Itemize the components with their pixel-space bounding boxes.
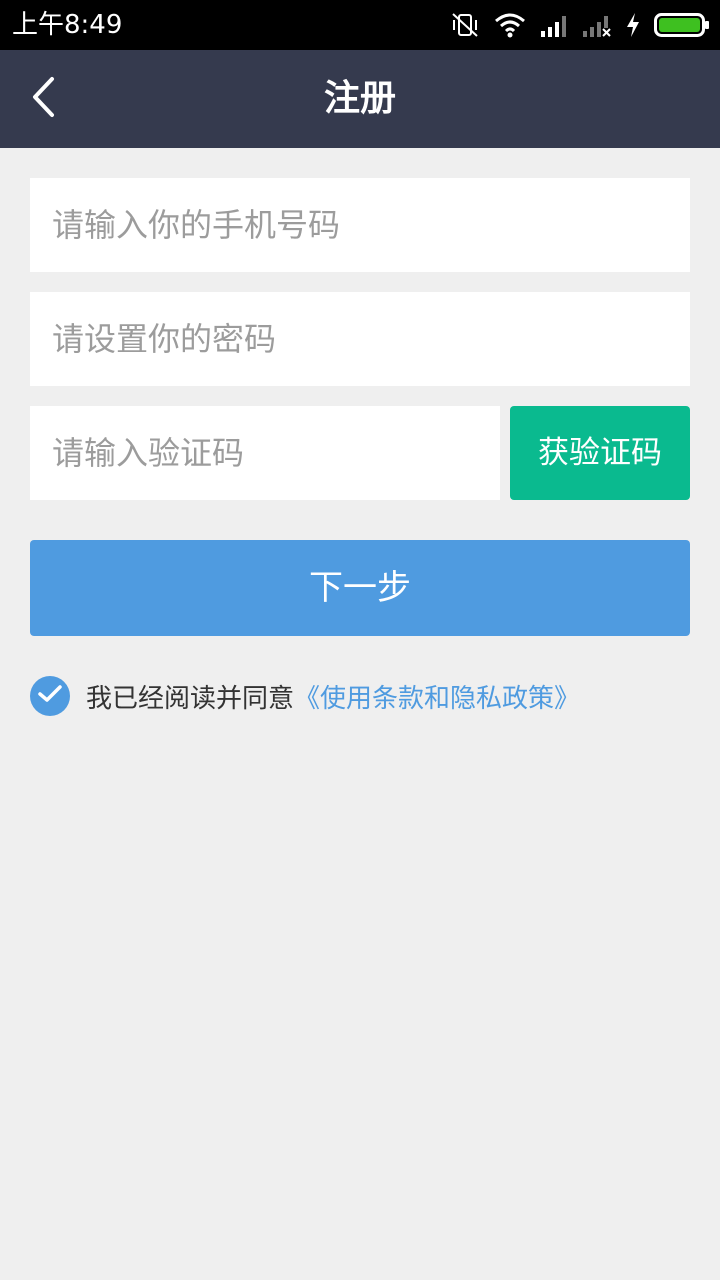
terms-privacy-link[interactable]: 《使用条款和隐私政策》	[294, 678, 580, 715]
next-step-button[interactable]: 下一步	[30, 540, 690, 636]
status-icons	[450, 10, 710, 40]
wifi-icon	[494, 12, 526, 38]
code-field-container	[30, 406, 500, 500]
check-icon	[37, 684, 63, 708]
app-bar: 注册	[0, 50, 720, 148]
bolt-icon	[626, 13, 640, 37]
vibrate-off-icon	[450, 12, 480, 38]
status-time: 上午8:49	[12, 10, 123, 40]
verification-code-input[interactable]	[30, 406, 500, 500]
back-button[interactable]	[16, 70, 72, 128]
phone-field-container	[30, 178, 690, 272]
agreement-text: 我已经阅读并同意	[86, 683, 295, 714]
get-code-button[interactable]: 获验证码	[510, 406, 690, 500]
status-bar: 上午8:49	[0, 0, 720, 50]
password-input[interactable]	[30, 292, 690, 386]
chevron-left-icon	[30, 76, 58, 122]
signal-icon	[540, 13, 568, 37]
agree-checkbox[interactable]	[30, 676, 70, 716]
page-title: 注册	[323, 78, 396, 119]
password-field-container	[30, 292, 690, 386]
signal-off-icon	[582, 13, 612, 37]
agreement-row: 我已经阅读并同意 《使用条款和隐私政策》	[30, 676, 580, 716]
battery-icon	[654, 12, 710, 38]
phone-input[interactable]	[30, 178, 690, 272]
